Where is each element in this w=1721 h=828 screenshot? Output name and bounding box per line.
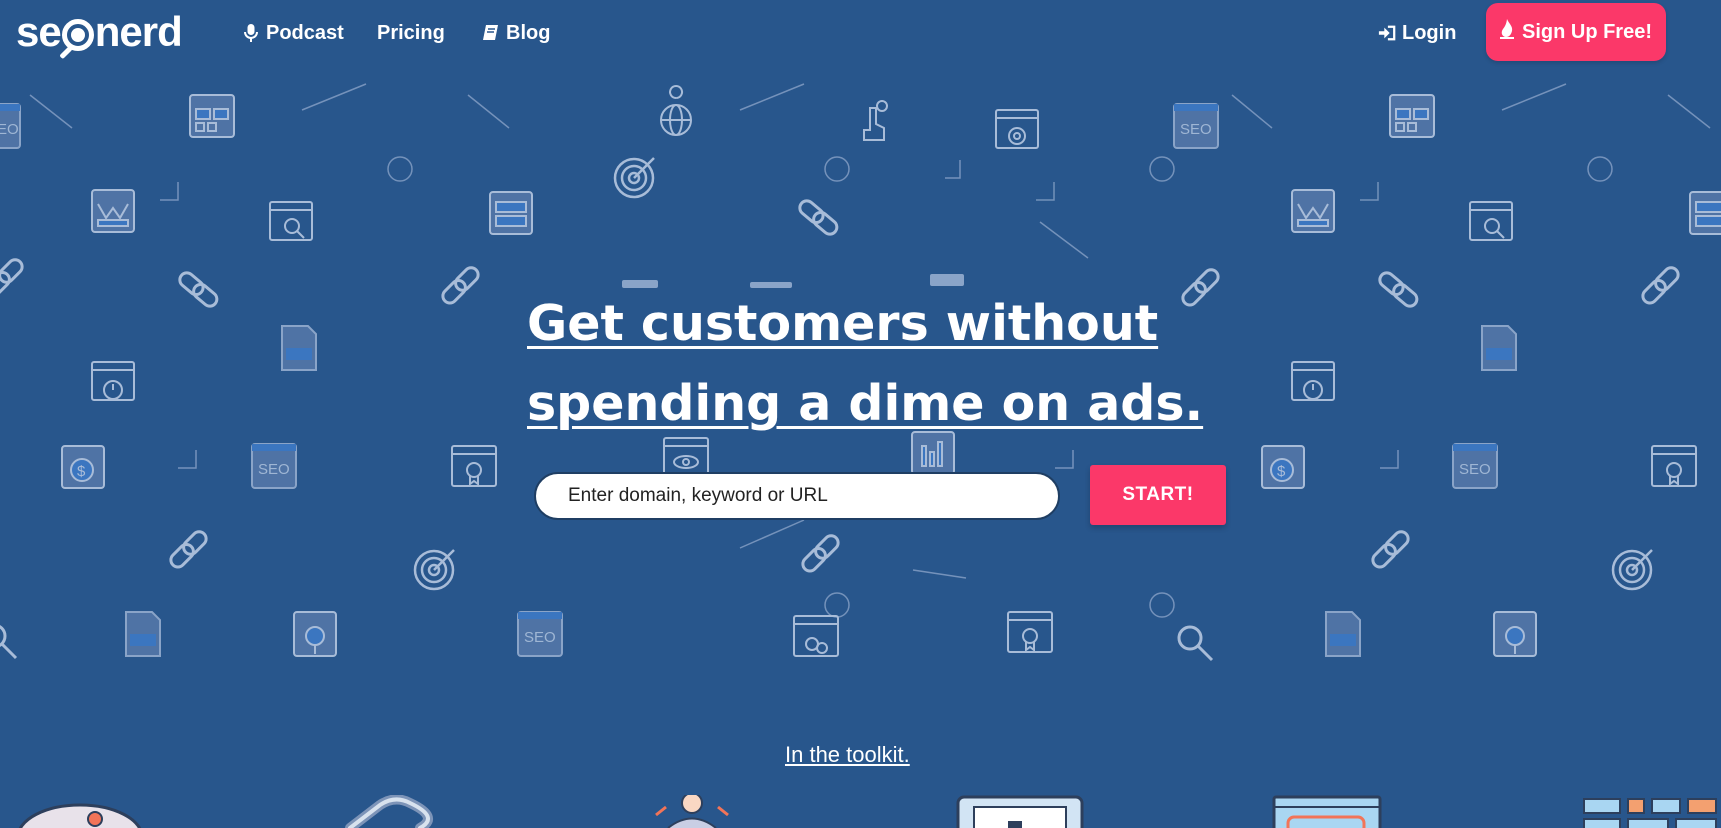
svg-text:SEO: SEO (0, 121, 19, 138)
tool-illustration-grid (1583, 798, 1717, 828)
page: SEO SEO SEO SEO SEO (0, 0, 1721, 828)
logo-magnifier-icon (61, 19, 94, 51)
nav-pricing-label: Pricing (377, 21, 445, 44)
nav-podcast-label: Podcast (266, 21, 344, 44)
domain-search-input[interactable] (534, 472, 1060, 520)
sign-in-icon (1378, 24, 1396, 42)
start-button[interactable]: START! (1090, 465, 1226, 525)
toolkit-illustrations (18, 795, 1717, 828)
microphone-icon (242, 24, 260, 42)
hero-heading-line-2: spending a dime on ads. (527, 375, 1204, 432)
svg-text:SEO: SEO (258, 461, 290, 478)
logo-text-nerd: nerd (94, 8, 183, 55)
tool-illustration-dashboard (1272, 795, 1382, 828)
svg-text:$: $ (1277, 463, 1286, 480)
signup-button-label: Sign Up Free! (1521, 20, 1652, 43)
fire-icon (1499, 19, 1514, 45)
tool-illustration-rocket (18, 803, 142, 828)
tool-illustration-person (655, 795, 729, 828)
svg-text:$: $ (77, 463, 86, 480)
nav-blog-label: Blog (506, 21, 551, 44)
tool-illustration-browser (956, 795, 1084, 828)
logo-text-se: se (16, 8, 62, 55)
nav-podcast[interactable]: Podcast (242, 18, 344, 48)
top-nav: se nerd Podcast Pricing Blog Login Sign … (0, 0, 1721, 68)
tool-illustration-link (345, 795, 433, 828)
svg-text:SEO: SEO (1459, 461, 1491, 478)
nav-login[interactable]: Login (1378, 18, 1456, 48)
hero-heading-line-1: Get customers without (527, 295, 1159, 352)
svg-text:SEO: SEO (1180, 121, 1212, 138)
signup-button[interactable]: Sign Up Free! (1486, 3, 1666, 61)
nav-login-label: Login (1402, 21, 1457, 44)
hero-heading: Get customers without spending a dime on… (527, 284, 1227, 444)
book-icon (482, 24, 500, 42)
svg-text:SEO: SEO (524, 629, 556, 646)
nav-blog[interactable]: Blog (482, 18, 550, 48)
nav-pricing[interactable]: Pricing (377, 18, 445, 48)
toolkit-link[interactable]: In the toolkit. (785, 742, 910, 768)
seonerd-logo[interactable]: se nerd (16, 4, 183, 60)
